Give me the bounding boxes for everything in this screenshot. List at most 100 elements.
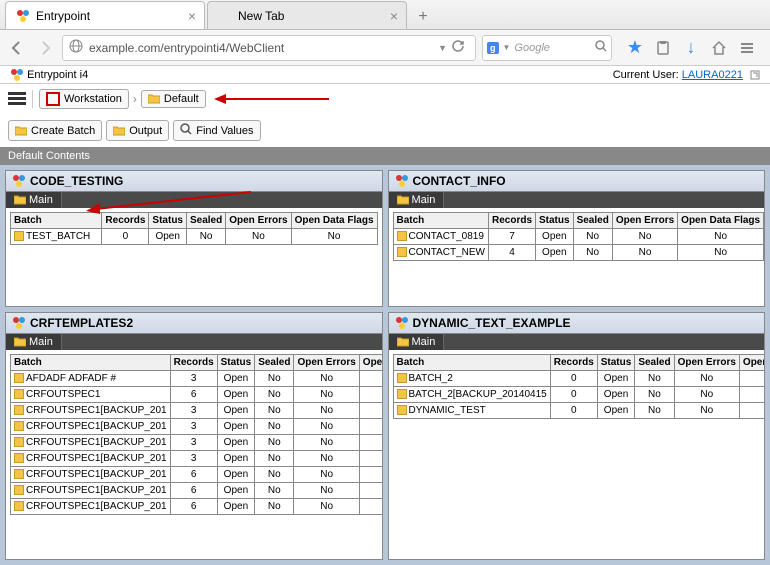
batch-name: CONTACT_NEW [409,247,485,258]
forward-button[interactable] [34,37,56,59]
errors-cell: No [294,402,359,418]
folder-icon [14,337,26,347]
errors-cell: No [294,482,359,498]
status-cell: Open [597,386,635,402]
table-row[interactable]: CRFOUTSPEC1[BACKUP_201 6 Open No No No [11,498,382,514]
col-open-data-flags[interactable]: Open Data Flags [739,354,764,370]
batch-name: CRFOUTSPEC1[BACKUP_201 [26,469,167,480]
toolbar: Create Batch Output Find Values [0,114,770,147]
close-icon[interactable]: × [390,8,398,24]
errors-cell: No [612,245,677,261]
table-row[interactable]: BATCH_2[BACKUP_20140415 0 Open No No No [393,386,764,402]
table-row[interactable]: AFDADF ADFADF # 3 Open No No No [11,370,382,386]
table-row[interactable]: CONTACT_NEW 4 Open No No No [393,245,764,261]
col-batch[interactable]: Batch [11,354,171,370]
flags-cell: No [739,370,764,386]
table-row[interactable]: CRFOUTSPEC1[BACKUP_201 3 Open No No No [11,434,382,450]
breadcrumb-default[interactable]: Default [141,90,206,108]
batch-name: CRFOUTSPEC1[BACKUP_201 [26,437,167,448]
panel-tab-main[interactable]: Main [6,192,62,208]
breadcrumb-workstation[interactable]: Workstation [39,89,129,109]
col-sealed[interactable]: Sealed [573,213,612,229]
errors-cell: No [294,370,359,386]
col-sealed[interactable]: Sealed [255,354,294,370]
col-status[interactable]: Status [536,213,574,229]
browser-tab-active[interactable]: Entrypoint × [5,1,205,29]
status-cell: Open [217,370,255,386]
col-open-errors[interactable]: Open Errors [226,213,291,229]
batch-table: Batch Records Status Sealed Open Errors … [393,212,765,261]
home-icon[interactable] [710,39,728,57]
col-status[interactable]: Status [217,354,255,370]
close-icon[interactable]: × [188,8,196,24]
col-records[interactable]: Records [170,354,217,370]
panel-tab-main[interactable]: Main [6,334,62,350]
batch-name: TEST_BATCH [26,231,90,242]
records-cell: 0 [102,229,149,245]
new-tab-button[interactable]: + [409,5,437,29]
folder-icon [14,421,24,431]
flags-cell: No [739,386,764,402]
col-sealed[interactable]: Sealed [186,213,225,229]
col-sealed[interactable]: Sealed [635,354,674,370]
sealed-cell: No [635,402,674,418]
dropdown-icon[interactable]: ▼ [438,43,447,53]
table-row[interactable]: CRFOUTSPEC1[BACKUP_201 3 Open No No No [11,450,382,466]
col-open-errors[interactable]: Open Errors [612,213,677,229]
col-batch[interactable]: Batch [393,213,488,229]
browser-tab[interactable]: New Tab × [207,1,407,29]
panels-container: CODE_TESTING Main Batch Records Status S… [0,165,770,565]
clipboard-icon[interactable] [654,39,672,57]
col-status[interactable]: Status [597,354,635,370]
user-link[interactable]: LAURA0221 [682,69,743,81]
errors-cell: No [294,386,359,402]
panel-tabs: Main [6,334,382,350]
col-open-errors[interactable]: Open Errors [674,354,739,370]
folder-icon [14,389,24,399]
panel-title: CONTACT_INFO [389,171,765,192]
sealed-cell: No [573,245,612,261]
table-row[interactable]: CRFOUTSPEC1 6 Open No No No [11,386,382,402]
table-row[interactable]: BATCH_2 0 Open No No No [393,370,764,386]
col-open-errors[interactable]: Open Errors [294,354,359,370]
create-batch-button[interactable]: Create Batch [8,120,102,141]
col-records[interactable]: Records [102,213,149,229]
batch-name: DYNAMIC_TEST [409,405,486,416]
col-records[interactable]: Records [488,213,535,229]
output-button[interactable]: Output [106,120,169,141]
panel-tab-main[interactable]: Main [389,334,445,350]
refresh-icon[interactable] [447,39,469,56]
col-records[interactable]: Records [550,354,597,370]
panel-tab-main[interactable]: Main [389,192,445,208]
table-row[interactable]: CRFOUTSPEC1[BACKUP_201 3 Open No No No [11,402,382,418]
bookmark-star-icon[interactable]: ★ [626,39,644,57]
panel-body: Batch Records Status Sealed Open Errors … [389,350,765,560]
col-batch[interactable]: Batch [11,213,102,229]
table-row[interactable]: CONTACT_0819 7 Open No No No [393,229,764,245]
search-box[interactable]: g ▼ Google [482,35,612,61]
records-cell: 6 [170,482,217,498]
sealed-cell: No [186,229,225,245]
expand-icon[interactable] [750,70,760,80]
col-open-data-flags[interactable]: Open Data Flags [291,213,377,229]
col-open-data-flags[interactable]: Open Data Flags [359,354,381,370]
folder-icon [14,195,26,205]
table-row[interactable]: DYNAMIC_TEST 0 Open No No No [393,402,764,418]
url-input[interactable]: example.com/entrypointi4/WebClient ▼ [62,35,476,61]
search-placeholder: Google [514,42,595,54]
table-row[interactable]: CRFOUTSPEC1[BACKUP_201 6 Open No No No [11,482,382,498]
table-row[interactable]: CRFOUTSPEC1[BACKUP_201 6 Open No No No [11,466,382,482]
col-open-data-flags[interactable]: Open Data Flags [678,213,764,229]
find-values-button[interactable]: Find Values [173,120,260,141]
hamburger-icon[interactable] [8,90,26,108]
col-batch[interactable]: Batch [393,354,550,370]
menu-icon[interactable] [738,39,756,57]
col-status[interactable]: Status [149,213,187,229]
search-icon[interactable] [595,40,607,55]
back-button[interactable] [6,37,28,59]
table-row[interactable]: CRFOUTSPEC1[BACKUP_201 3 Open No No No [11,418,382,434]
table-row[interactable]: TEST_BATCH 0 Open No No No [11,229,378,245]
chevron-down-icon[interactable]: ▼ [503,43,511,52]
records-cell: 6 [170,498,217,514]
download-icon[interactable]: ↓ [682,39,700,57]
